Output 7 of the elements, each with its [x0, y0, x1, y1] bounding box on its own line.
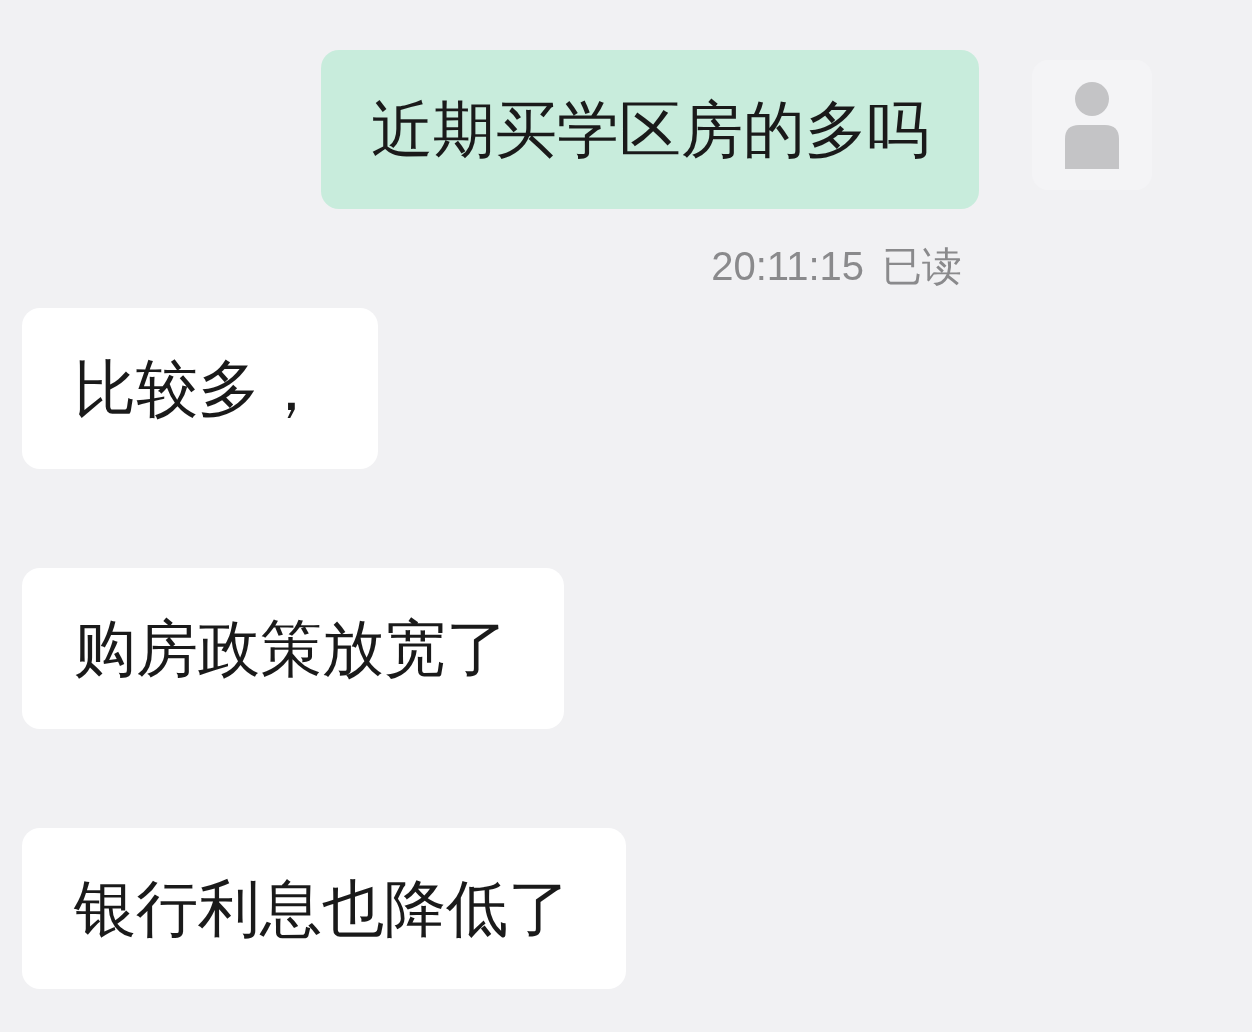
message-time: 20:11:15	[711, 244, 864, 288]
person-icon	[1065, 81, 1119, 169]
message-bubble: 近期买学区房的多吗	[321, 50, 979, 209]
read-receipt: 已读	[882, 244, 962, 288]
message-bubble: 比较多，	[22, 308, 378, 469]
message-bubble: 购房政策放宽了	[22, 568, 564, 729]
message-bubble: 银行利息也降低了	[22, 828, 626, 989]
